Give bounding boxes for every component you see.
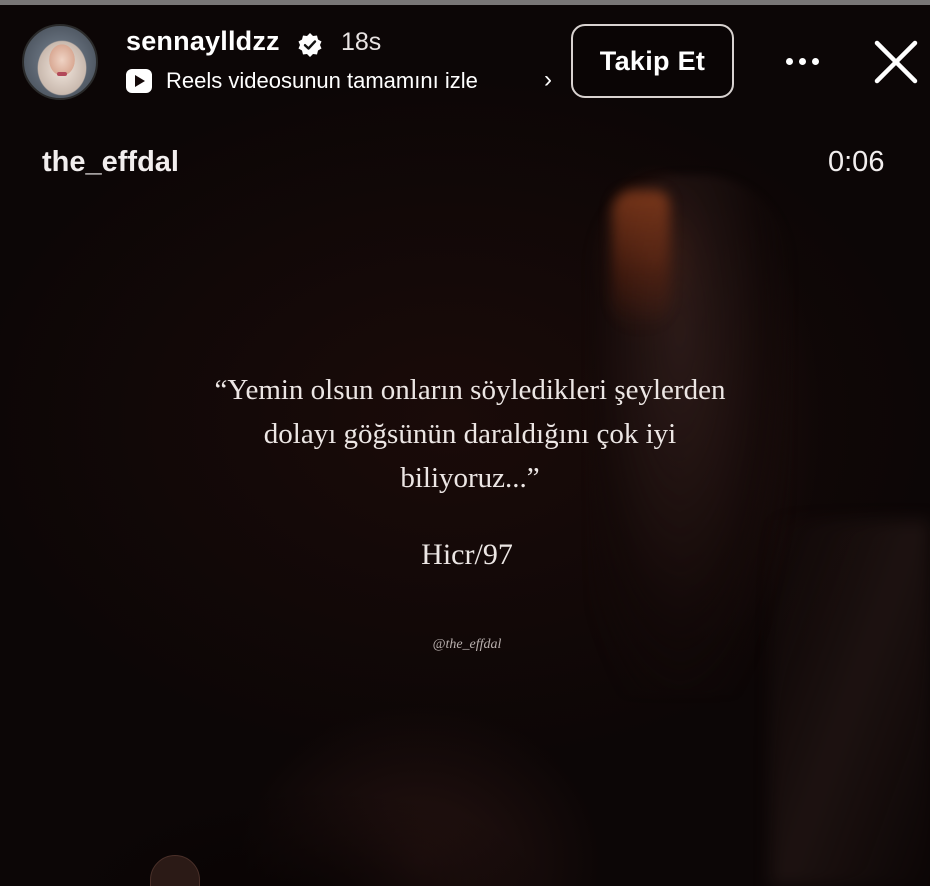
chevron-right-icon[interactable]: › <box>544 66 552 94</box>
avatar-detail <box>57 72 67 76</box>
quote-line: biliyoruz...” <box>400 462 540 494</box>
reels-play-icon[interactable] <box>126 69 152 93</box>
story-time-ago: 18s <box>341 28 382 56</box>
more-dot-icon <box>798 57 806 65</box>
candle-glow <box>612 190 670 330</box>
reel-creator[interactable]: the_effdal <box>42 146 179 179</box>
close-icon[interactable] <box>872 38 920 86</box>
quote-line: “Yemin olsun onların söyledikleri şeyler… <box>214 374 726 406</box>
reels-link[interactable]: Reels videosunun tamamını izle <box>166 68 478 94</box>
verse-reference: Hicr/97 <box>421 538 513 571</box>
reel-duration: 0:06 <box>828 146 885 178</box>
follow-button[interactable]: Takip Et <box>571 24 734 98</box>
verified-badge-icon <box>298 33 322 57</box>
quote-line: dolayı göğsünün daraldığını çok iyi <box>263 418 677 450</box>
story-media[interactable]: sennaylldzz 18s Reels videosunun tamamın… <box>0 0 930 886</box>
background-silhouette <box>0 760 930 886</box>
avatar[interactable] <box>22 24 98 100</box>
story-progress-bar <box>0 0 930 5</box>
quote-text: “Yemin olsun onların söyledikleri şeyler… <box>120 368 820 500</box>
more-options-button[interactable] <box>780 48 824 74</box>
more-dot-icon <box>785 57 793 65</box>
watermark: @the_effdal <box>432 637 502 652</box>
more-dot-icon <box>811 57 819 65</box>
story-username[interactable]: sennaylldzz <box>126 26 280 57</box>
